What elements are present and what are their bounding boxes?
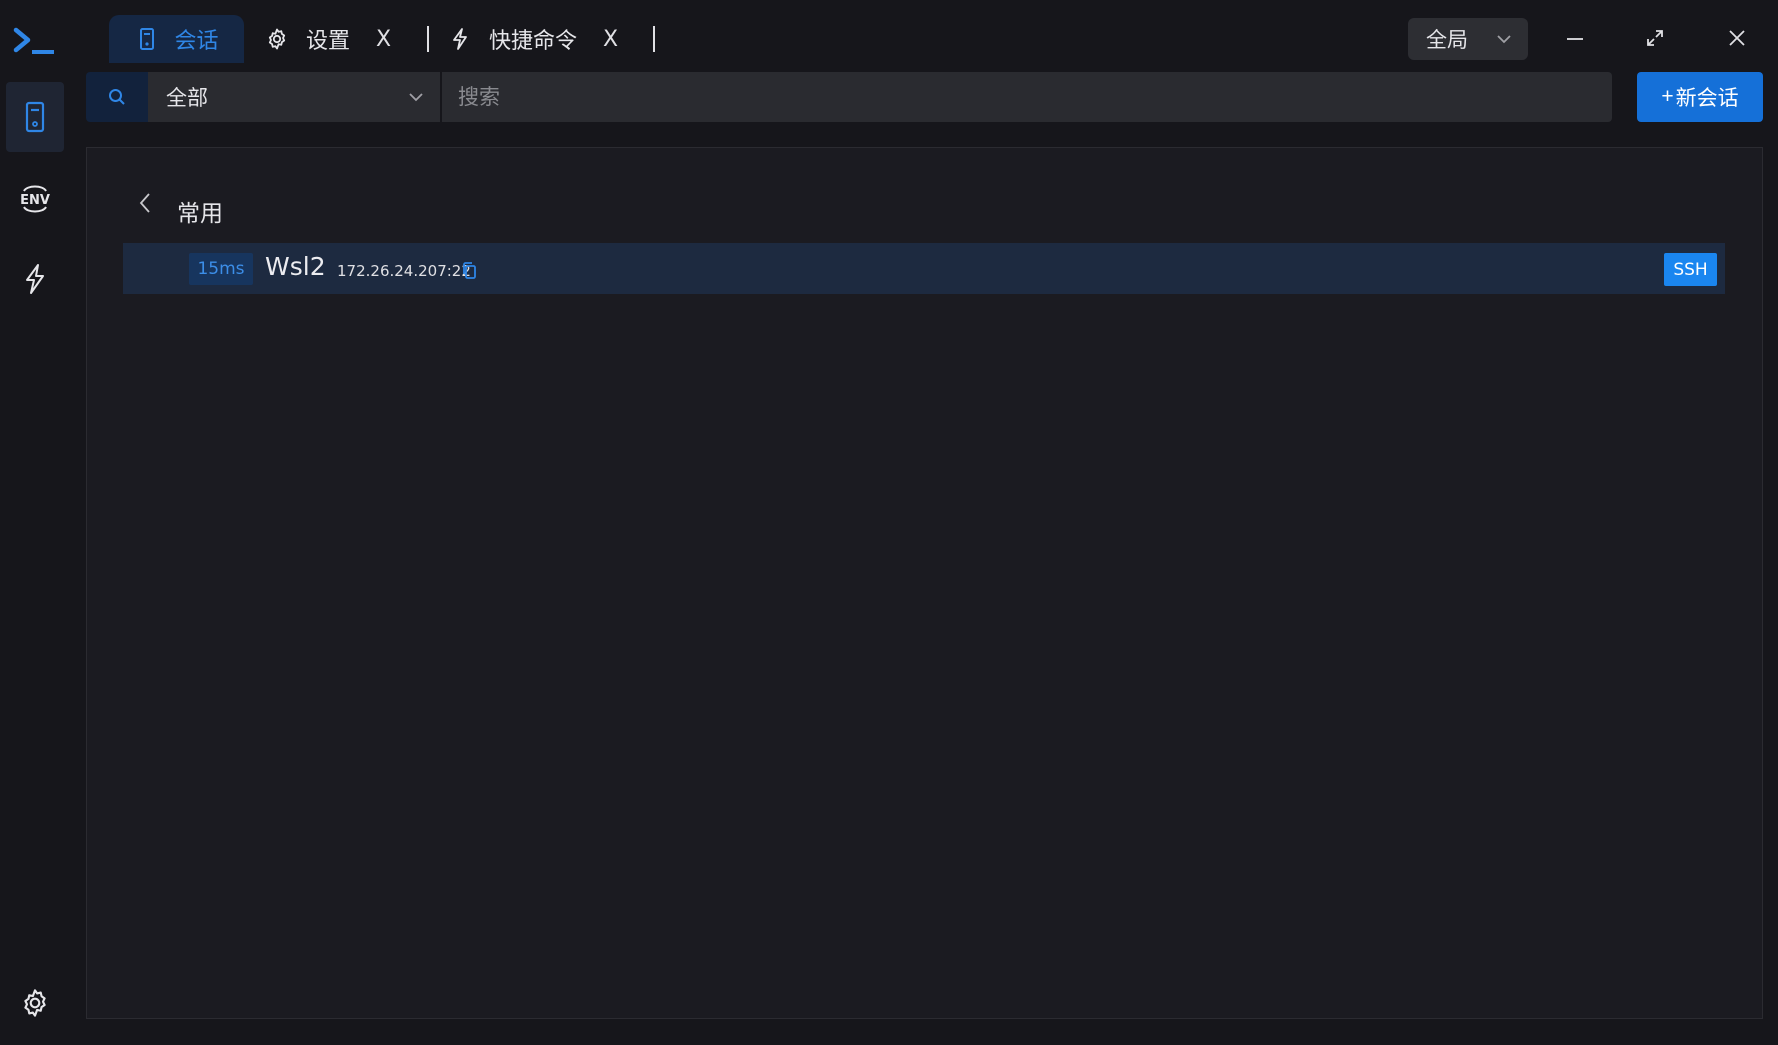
svg-text:ENV: ENV (20, 193, 50, 208)
maximize-button[interactable] (1635, 18, 1675, 58)
tab-label: 设置 (306, 29, 351, 54)
tab-label: 快捷命令 (489, 29, 578, 54)
minimize-icon (1567, 38, 1583, 40)
copy-icon[interactable] (461, 261, 479, 281)
tab-divider (427, 26, 429, 52)
sidebar-item-quick-commands[interactable] (6, 244, 64, 314)
group-title: 常用 (177, 201, 223, 227)
group-filter-select[interactable]: 全部 (148, 72, 440, 122)
terminal-prompt-icon (13, 27, 54, 54)
tab-quick-commands[interactable]: 快捷命令 X (447, 15, 618, 63)
sidebar-settings-button[interactable] (6, 968, 64, 1038)
sidebar-item-env[interactable]: ENV (6, 164, 64, 234)
session-row[interactable]: 15ms Wsl2 172.26.24.207:22 SSH (123, 243, 1725, 294)
new-session-button[interactable]: + 新会话 (1637, 72, 1763, 122)
search-input[interactable] (442, 72, 1612, 122)
protocol-badge: SSH (1664, 253, 1717, 286)
session-icon (134, 26, 160, 52)
sidebar-item-sessions[interactable] (6, 82, 64, 152)
maximize-icon (1647, 30, 1663, 46)
close-window-button[interactable] (1717, 18, 1757, 58)
lightning-icon (26, 264, 44, 294)
tab-sessions[interactable]: 会话 (109, 15, 244, 63)
back-button[interactable] (133, 188, 157, 218)
env-icon: ENV (20, 185, 50, 213)
search-icon (109, 89, 125, 105)
close-icon (1729, 30, 1745, 46)
title-bar: 会话 设置 X 快捷命令 X 全局 (0, 0, 1778, 66)
session-name: Wsl2 (265, 252, 326, 281)
lightning-icon (447, 26, 473, 52)
sidebar: ENV (0, 66, 70, 1045)
session-icon (25, 101, 45, 133)
search-button[interactable] (86, 72, 148, 122)
tab-divider (653, 26, 655, 52)
session-list-panel: 常用 15ms Wsl2 172.26.24.207:22 SSH (86, 147, 1763, 1019)
latency-badge: 15ms (189, 253, 253, 285)
tab-settings[interactable]: 设置 X (264, 15, 391, 63)
session-address: 172.26.24.207:22 (337, 262, 471, 280)
plus-icon: + (1661, 85, 1674, 108)
close-tab-button[interactable]: X (603, 27, 618, 52)
minimize-button[interactable] (1555, 18, 1595, 58)
chevron-left-icon (139, 193, 150, 213)
scope-select[interactable]: 全局 (1408, 18, 1528, 60)
gear-icon (264, 26, 290, 52)
new-session-label: 新会话 (1675, 87, 1739, 110)
chevron-down-icon (1497, 35, 1511, 44)
gear-icon (24, 989, 46, 1017)
close-tab-button[interactable]: X (376, 27, 391, 52)
group-filter-value: 全部 (166, 86, 208, 110)
scope-select-value: 全局 (1426, 28, 1468, 52)
chevron-down-icon (409, 93, 423, 102)
tab-label: 会话 (174, 29, 219, 54)
